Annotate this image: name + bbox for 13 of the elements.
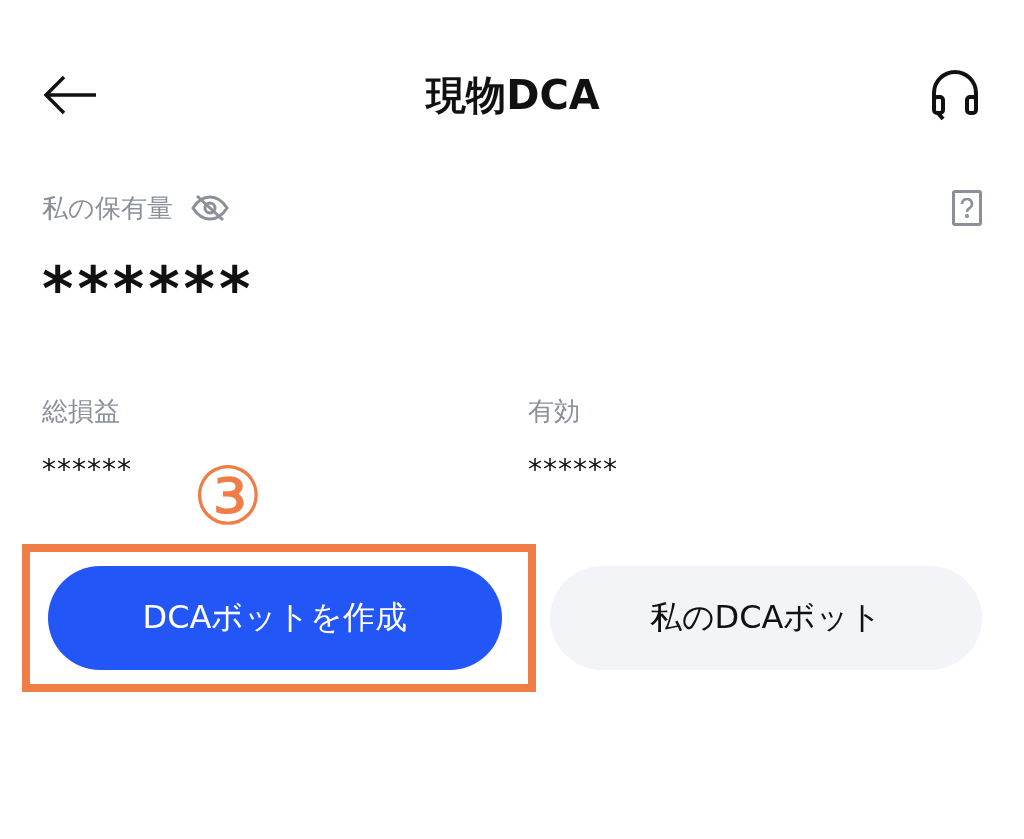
stat-label: 総損益 [42,395,121,428]
stat-label: 有効 [528,395,581,428]
page-title: 現物DCA [426,70,600,120]
stat-value: ****** [528,453,619,486]
back-arrow-icon[interactable] [42,75,98,115]
action-button[interactable]: 私のDCAボット [550,566,982,670]
holdings-label: 私の保有量 [42,191,173,225]
step-marker: ③ [192,450,264,543]
stat-value: ****** [42,453,133,486]
hidden-eye-icon[interactable] [191,193,229,223]
action-button[interactable]: DCAボットを作成 [48,566,502,670]
help-icon[interactable] [952,190,982,226]
holdings-value: ****** [42,254,256,324]
